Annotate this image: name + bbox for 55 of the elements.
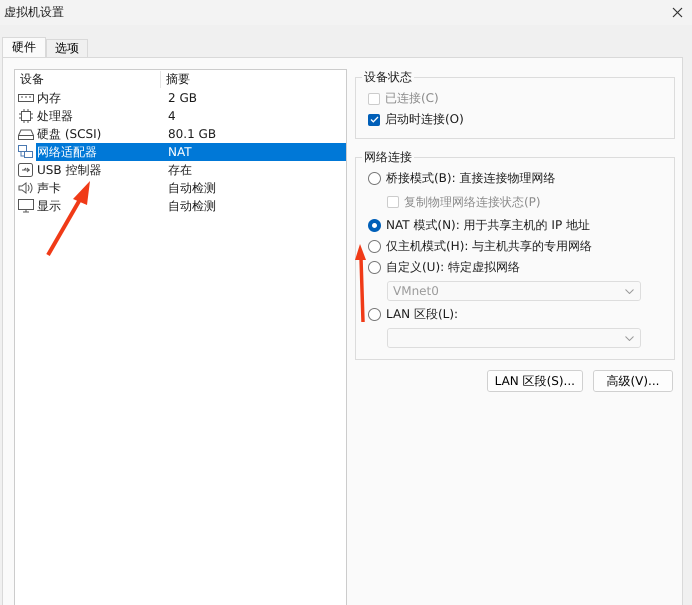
column-header[interactable]: 摘要	[161, 71, 190, 88]
dialog-button[interactable]: LAN 区段(S)...	[486, 370, 583, 392]
device-name: 处理器	[36, 108, 74, 124]
device-summary: 自动检测	[167, 198, 216, 214]
checkbox-label: 已连接(C)	[385, 90, 439, 107]
monitor-icon	[18, 199, 34, 213]
tab[interactable]: 选项	[46, 39, 88, 57]
column-header[interactable]: 设备	[15, 71, 161, 88]
window-title: 虚拟机设置	[4, 4, 64, 21]
network-icon	[18, 145, 34, 159]
tab[interactable]: 硬件	[2, 37, 46, 57]
radio-button[interactable]	[368, 308, 381, 321]
disk-drive-icon	[18, 127, 34, 141]
radio-button[interactable]	[368, 172, 381, 185]
device-name: USB 控制器	[36, 162, 102, 178]
list-row[interactable]: 处理器 4	[36, 107, 346, 125]
device-summary: NAT	[167, 145, 192, 159]
device-summary: 2 GB	[167, 91, 197, 105]
radio-label: LAN 区段(L):	[386, 306, 458, 323]
list-row[interactable]: 硬盘 (SCSI) 80.1 GB	[36, 125, 346, 143]
radio-label: NAT 模式(N): 用于共享主机的 IP 地址	[386, 217, 590, 234]
group-title: 设备状态	[363, 69, 413, 86]
dialog-button[interactable]: 高级(V)...	[593, 370, 673, 392]
group-title: 网络连接	[363, 149, 413, 166]
usb-icon	[18, 163, 34, 177]
list-row[interactable]: 显示 自动检测	[36, 197, 346, 215]
speaker-icon	[18, 181, 34, 195]
memory-icon	[18, 91, 34, 105]
chip-icon	[18, 109, 34, 123]
device-name: 网络适配器	[36, 144, 98, 160]
chevron-down-icon	[625, 336, 634, 340]
list-row[interactable]: USB 控制器 存在	[36, 161, 346, 179]
device-summary: 存在	[167, 162, 192, 178]
device-name: 硬盘 (SCSI)	[36, 126, 102, 142]
device-name: 显示	[36, 198, 62, 214]
radio-label: 仅主机模式(H): 与主机共享的专用网络	[386, 238, 592, 255]
list-row[interactable]: 声卡 自动检测	[36, 179, 346, 197]
device-name: 声卡	[36, 180, 62, 196]
radio-label: 桥接模式(B): 直接连接物理网络	[386, 170, 556, 187]
device-summary: 自动检测	[167, 180, 216, 196]
device-summary: 4	[167, 109, 176, 123]
device-summary: 80.1 GB	[167, 127, 216, 141]
radio-button[interactable]	[368, 261, 381, 274]
radio-label: 自定义(U): 特定虚拟网络	[386, 259, 520, 276]
list-row[interactable]: 网络适配器 NAT	[36, 143, 346, 161]
checkbox[interactable]	[368, 114, 380, 126]
radio-button[interactable]	[368, 219, 381, 232]
dropdown-value: VMnet0	[393, 284, 439, 298]
checkbox-label: 启动时连接(O)	[385, 111, 464, 128]
device-name: 内存	[36, 90, 62, 106]
checkbox-label: 复制物理网络连接状态(P)	[404, 194, 541, 210]
radio-button[interactable]	[368, 240, 381, 253]
list-row[interactable]: 内存 2 GB	[36, 89, 346, 107]
close-icon[interactable]	[672, 7, 683, 18]
chevron-down-icon	[625, 288, 634, 294]
